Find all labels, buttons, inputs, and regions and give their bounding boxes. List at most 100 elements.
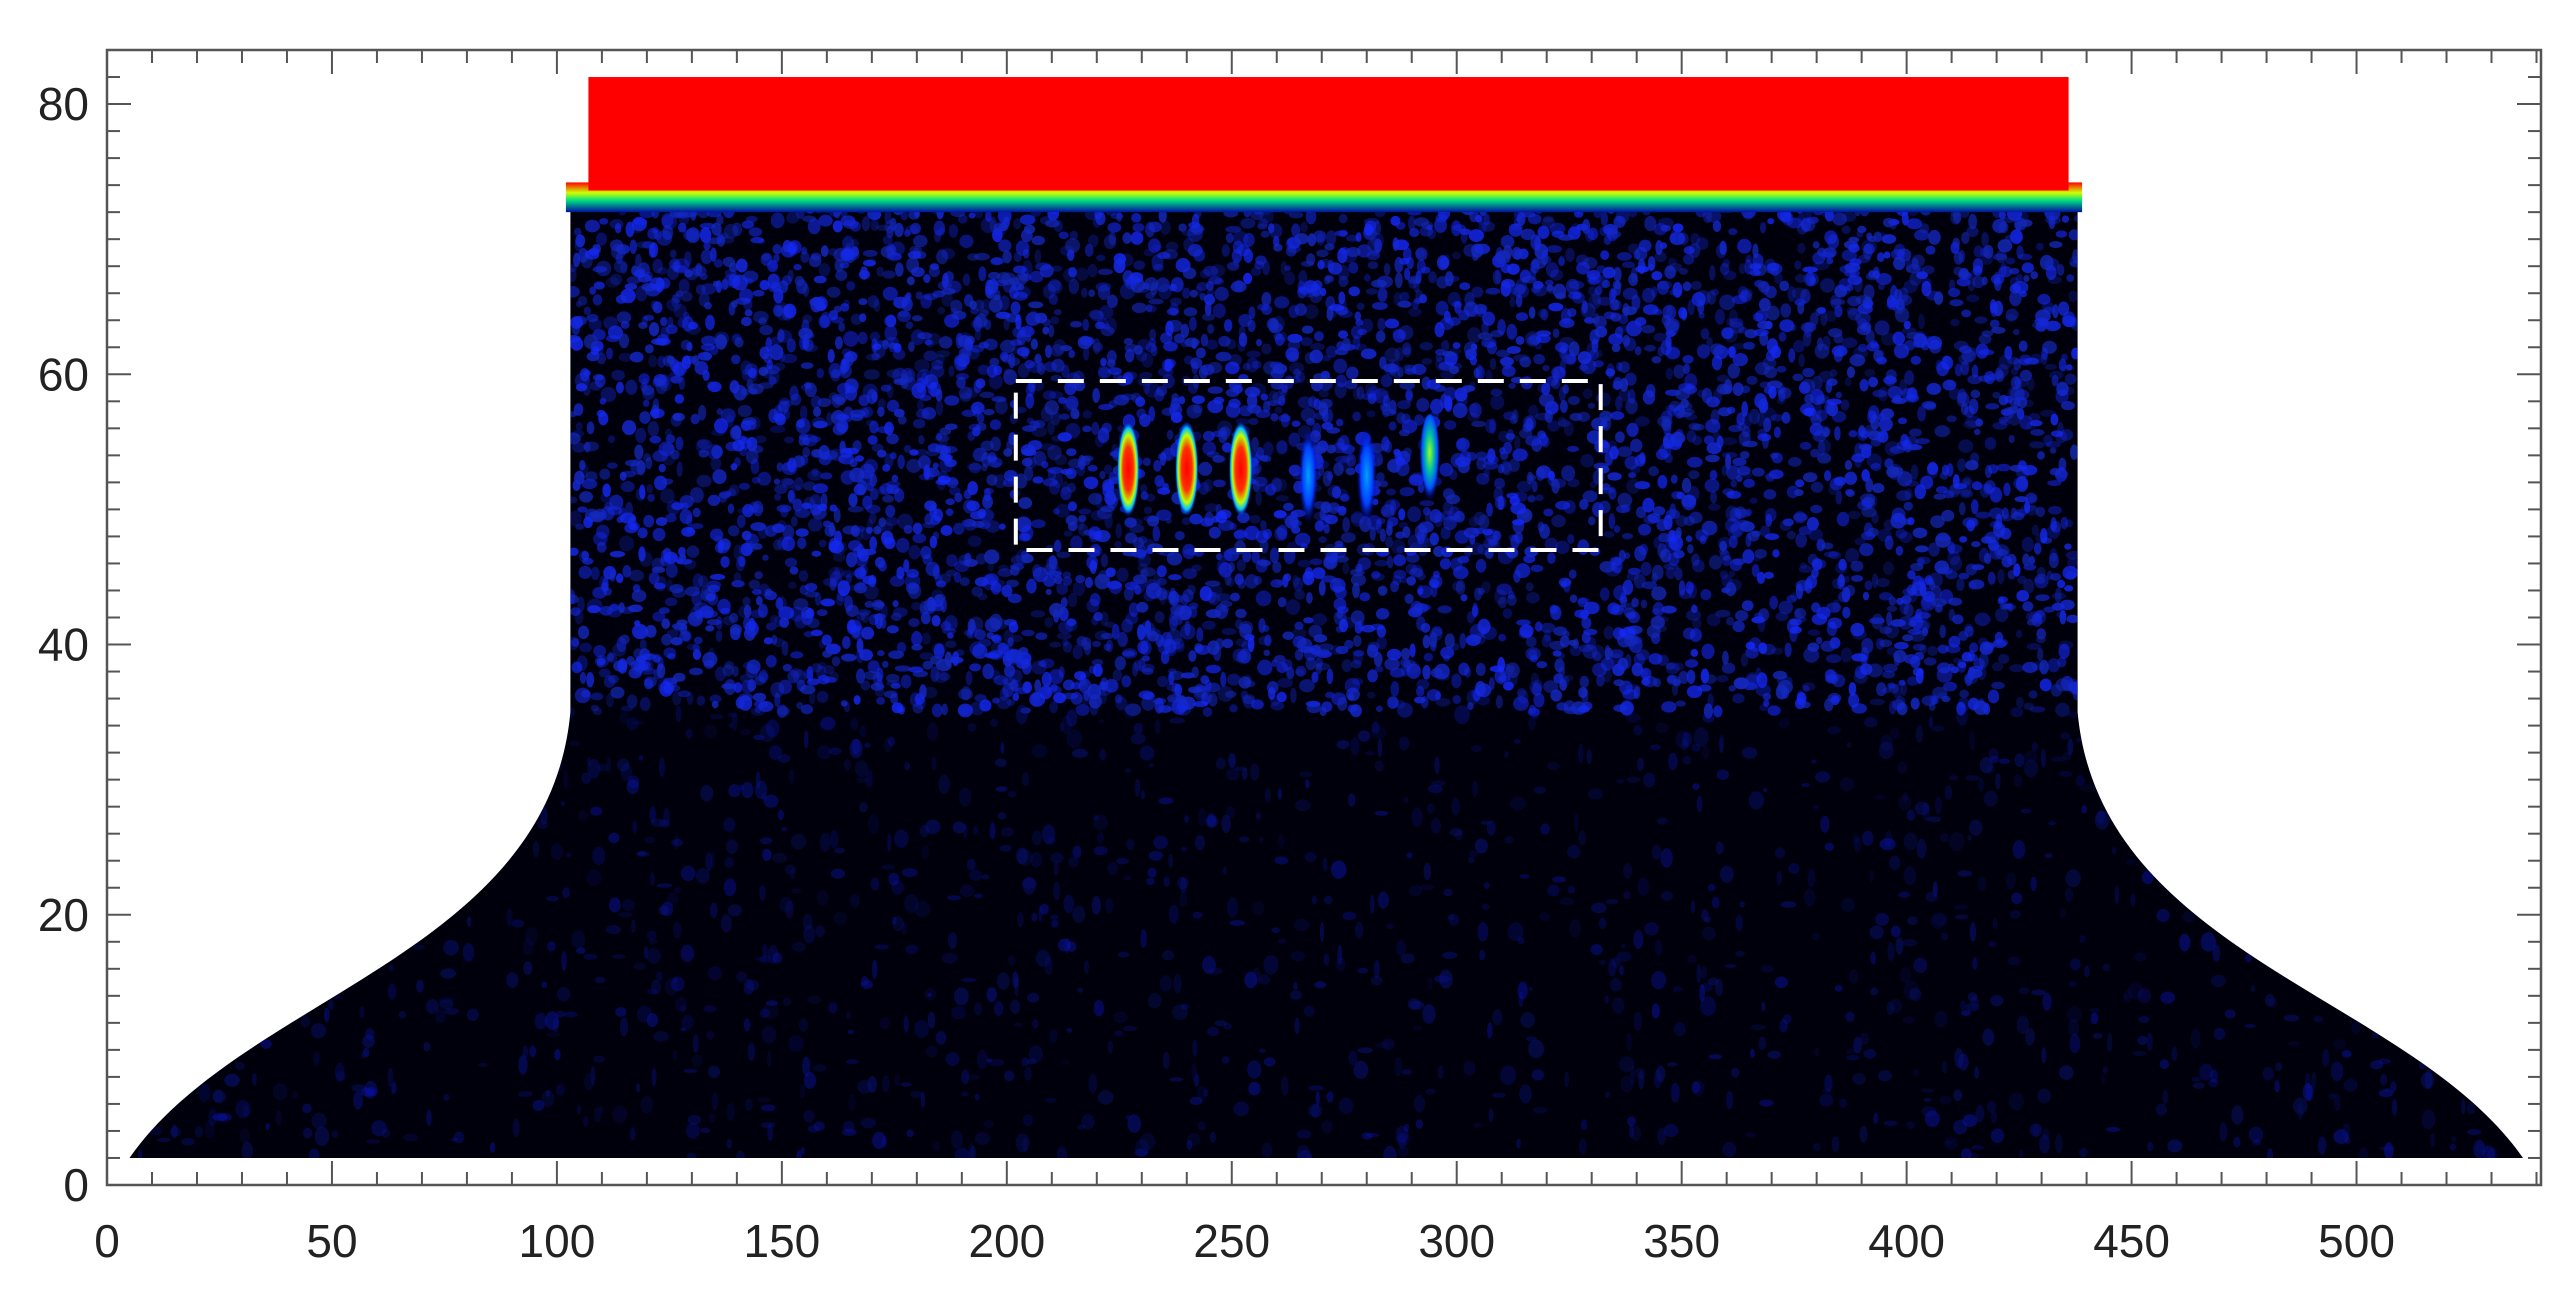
speckle-dot bbox=[1763, 417, 1772, 433]
speckle-dot bbox=[1262, 260, 1270, 276]
speckle-dot bbox=[976, 412, 985, 424]
speckle-dot bbox=[2013, 476, 2028, 490]
speckle-dot bbox=[1515, 335, 1525, 345]
speckle-dot bbox=[2049, 241, 2063, 249]
speckle-dot bbox=[922, 660, 934, 670]
speckle-dot bbox=[1497, 318, 1506, 335]
speckle-dot bbox=[1497, 596, 1508, 609]
speckle-dot bbox=[1471, 605, 1479, 617]
speckle-dot bbox=[1708, 503, 1721, 511]
speckle-dot bbox=[1925, 245, 1936, 255]
speckle-dot bbox=[1325, 230, 1337, 246]
speckle-dot bbox=[897, 415, 907, 425]
speckle-dot bbox=[692, 355, 700, 366]
speckle-dot bbox=[2037, 451, 2045, 460]
speckle-dot bbox=[886, 244, 897, 259]
speckle-dot bbox=[1320, 287, 1327, 297]
speckle-dot bbox=[1048, 324, 1055, 338]
speckle-dot bbox=[968, 423, 982, 431]
speckle-dot bbox=[754, 571, 763, 580]
speckle-dot bbox=[1855, 311, 1871, 326]
speckle-dot bbox=[1513, 696, 1529, 711]
speckle-dot bbox=[1534, 235, 1542, 252]
speckle-dot bbox=[896, 566, 905, 580]
speckle-dot bbox=[2050, 413, 2059, 426]
speckle-dot bbox=[2017, 575, 2027, 585]
speckle-dot bbox=[706, 618, 722, 626]
speckle-dot bbox=[1901, 387, 1916, 400]
speckle-dot bbox=[1568, 291, 1582, 300]
speckle-dot bbox=[1078, 523, 1089, 537]
speckle-dot bbox=[1765, 513, 1773, 527]
speckle-dot bbox=[1321, 410, 1329, 423]
speckle-dot bbox=[1084, 576, 1093, 589]
speckle-dot bbox=[1963, 420, 1980, 429]
speckle-dot bbox=[1082, 409, 1093, 419]
speckle-dot bbox=[1627, 611, 1640, 624]
speckle-dot bbox=[1638, 523, 1652, 536]
speckle-dot bbox=[579, 642, 593, 653]
speckle-dot bbox=[1468, 516, 1480, 527]
speckle-dot bbox=[1950, 210, 1962, 225]
speckle-dot bbox=[876, 696, 886, 705]
speckle-dot bbox=[842, 636, 851, 649]
speckle-dot bbox=[1003, 369, 1018, 385]
speckle-dot bbox=[1870, 462, 1882, 471]
speckle-dot bbox=[1830, 298, 1846, 306]
speckle-dot bbox=[583, 306, 592, 315]
speckle-dot bbox=[1353, 635, 1362, 647]
speckle-dot bbox=[921, 372, 929, 388]
speckle-dot bbox=[1563, 500, 1576, 514]
speckle-dot bbox=[1135, 396, 1146, 407]
speckle-dot bbox=[764, 588, 773, 596]
speckle-dot bbox=[1690, 280, 1702, 291]
speckle-dot bbox=[902, 294, 911, 306]
speckle-dot bbox=[766, 359, 773, 370]
speckle-dot bbox=[1971, 364, 1979, 378]
speckle-dot bbox=[1894, 641, 1909, 650]
speckle-dot bbox=[1966, 294, 1980, 303]
speckle-dot bbox=[2030, 429, 2045, 436]
speckle-dot bbox=[1059, 413, 1070, 420]
speckle-dot bbox=[1160, 650, 1170, 665]
speckle-dot bbox=[1001, 353, 1012, 363]
speckle-dot bbox=[583, 369, 591, 377]
speckle-dot bbox=[1261, 291, 1272, 306]
speckle-dot bbox=[1657, 346, 1665, 357]
speckle-dot bbox=[1812, 241, 1820, 249]
speckle-dot bbox=[769, 344, 784, 361]
speckle-dot bbox=[1152, 244, 1162, 251]
speckle-dot bbox=[1008, 669, 1023, 683]
speckle-dot bbox=[729, 484, 740, 497]
speckle-dot bbox=[1996, 463, 2011, 472]
speckle-dot bbox=[1627, 567, 1641, 575]
speckle-dot bbox=[1952, 614, 1964, 625]
speckle-dot bbox=[1992, 421, 2008, 430]
speckle-dot bbox=[1797, 301, 1805, 315]
speckle-dot bbox=[1384, 318, 1400, 329]
speckle-dot bbox=[1136, 350, 1148, 362]
speckle-dot bbox=[1655, 448, 1669, 461]
speckle-dot bbox=[567, 496, 578, 504]
speckle-dot bbox=[1191, 213, 1200, 230]
speckle-dot bbox=[878, 517, 887, 528]
speckle-dot bbox=[645, 457, 653, 470]
speckle-dot bbox=[967, 481, 978, 496]
speckle-dot bbox=[1464, 667, 1472, 678]
speckle-dot bbox=[1039, 443, 1055, 451]
speckle-dot bbox=[1174, 530, 1185, 541]
speckle-dot bbox=[2012, 280, 2029, 294]
speckle-dot bbox=[1935, 359, 1943, 372]
speckle-dot bbox=[1312, 422, 1322, 438]
speckle-dot bbox=[1795, 479, 1805, 488]
speckle-dot bbox=[1909, 271, 1922, 286]
speckle-dot bbox=[1367, 261, 1379, 270]
speckle-dot bbox=[1683, 363, 1691, 374]
speckle-dot bbox=[1280, 260, 1287, 276]
speckle-dot bbox=[1971, 517, 1980, 527]
speckle-dot bbox=[1435, 673, 1450, 681]
speckle-dot bbox=[1550, 605, 1562, 621]
speckle-dot bbox=[896, 642, 907, 653]
speckle-dot bbox=[721, 683, 736, 690]
speckle-dot bbox=[1043, 682, 1053, 695]
